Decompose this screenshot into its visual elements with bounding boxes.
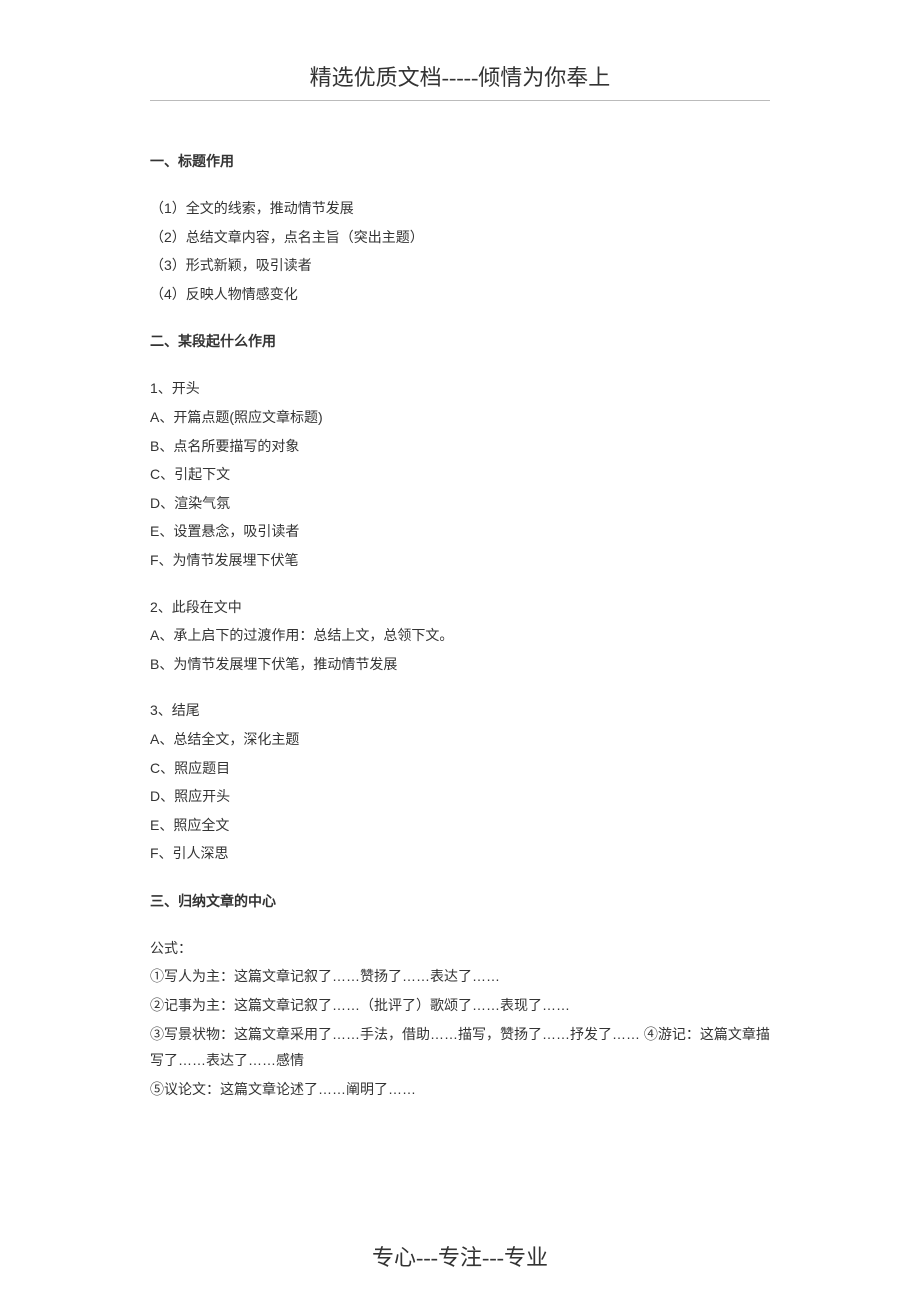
section-2: 二、某段起什么作用 1、开头 A、开篇点题(照应文章标题) B、点名所要描写的对… (150, 331, 770, 867)
list-item: D、渲染气氛 (150, 490, 770, 517)
list-item: （2）总结文章内容，点名主旨（突出主题） (150, 224, 770, 251)
list-item: B、为情节发展埋下伏笔，推动情节发展 (150, 651, 770, 678)
section-2-sub2: 2、此段在文中 A、承上启下的过渡作用：总结上文，总领下文。 B、为情节发展埋下… (150, 594, 770, 678)
list-item: ⑤议论文：这篇文章论述了……阐明了…… (150, 1076, 770, 1103)
list-item: （3）形式新颖，吸引读者 (150, 252, 770, 279)
list-item: A、承上启下的过渡作用：总结上文，总领下文。 (150, 622, 770, 649)
sub-title: 3、结尾 (150, 697, 770, 724)
list-item: ②记事为主：这篇文章记叙了……（批评了）歌颂了……表现了…… (150, 992, 770, 1019)
section-3-heading: 三、归纳文章的中心 (150, 891, 770, 911)
list-item: D、照应开头 (150, 783, 770, 810)
intro-text: 公式： (150, 935, 770, 962)
list-item: A、开篇点题(照应文章标题) (150, 404, 770, 431)
list-item: ①写人为主：这篇文章记叙了……赞扬了……表达了…… (150, 963, 770, 990)
header-divider (150, 100, 770, 101)
section-2-sub1: 1、开头 A、开篇点题(照应文章标题) B、点名所要描写的对象 C、引起下文 D… (150, 375, 770, 573)
page-footer: 专心---专注---专业 (0, 1240, 920, 1272)
list-item: C、照应题目 (150, 755, 770, 782)
sub-title: 2、此段在文中 (150, 594, 770, 621)
section-2-sub3: 3、结尾 A、总结全文，深化主题 C、照应题目 D、照应开头 E、照应全文 F、… (150, 697, 770, 867)
list-item: F、为情节发展埋下伏笔 (150, 547, 770, 574)
page-header: 精选优质文档-----倾情为你奉上 (150, 60, 770, 92)
list-item: （4）反映人物情感变化 (150, 281, 770, 308)
list-item: F、引人深思 (150, 840, 770, 867)
list-item: （1）全文的线索，推动情节发展 (150, 195, 770, 222)
document-page: 精选优质文档-----倾情为你奉上 一、标题作用 （1）全文的线索，推动情节发展… (0, 0, 920, 1102)
list-item: E、设置悬念，吸引读者 (150, 518, 770, 545)
list-item: A、总结全文，深化主题 (150, 726, 770, 753)
list-item: E、照应全文 (150, 812, 770, 839)
section-1: 一、标题作用 （1）全文的线索，推动情节发展 （2）总结文章内容，点名主旨（突出… (150, 151, 770, 307)
list-item: C、引起下文 (150, 461, 770, 488)
list-item: B、点名所要描写的对象 (150, 433, 770, 460)
section-2-heading: 二、某段起什么作用 (150, 331, 770, 351)
section-3: 三、归纳文章的中心 公式： ①写人为主：这篇文章记叙了……赞扬了……表达了…… … (150, 891, 770, 1103)
list-item: ③写景状物：这篇文章采用了……手法，借助……描写，赞扬了……抒发了…… ④游记：… (150, 1021, 770, 1074)
sub-title: 1、开头 (150, 375, 770, 402)
section-1-heading: 一、标题作用 (150, 151, 770, 171)
